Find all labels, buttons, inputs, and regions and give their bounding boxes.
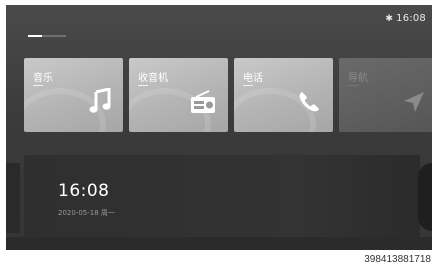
card-radio[interactable]: 收音机 [129, 58, 228, 132]
card-music[interactable]: 音乐 [24, 58, 123, 132]
card-label: 收音机 [138, 73, 168, 84]
page-indicator-inactive [42, 35, 66, 37]
clock-time: 16:08 [58, 181, 110, 201]
music-note-icon [89, 87, 111, 118]
card-underline [243, 85, 253, 86]
bottom-bar [6, 237, 432, 250]
status-time: 16:08 [396, 13, 426, 24]
right-panel-edge[interactable] [418, 163, 432, 231]
left-panel-edge[interactable] [6, 163, 20, 233]
card-phone[interactable]: 电话 [234, 58, 333, 132]
car-infotainment-screen: ✱ 16:08 音乐 收音机 电话 导航 16:08 2020-05-18 周一 [6, 5, 432, 250]
navigation-arrow-icon [402, 90, 426, 118]
status-bar: ✱ 16:08 [385, 13, 426, 24]
page-indicator-active [28, 35, 42, 37]
image-id-watermark: 398413881718 [364, 254, 431, 265]
bluetooth-icon: ✱ [385, 13, 394, 24]
card-navigation[interactable]: 导航 [339, 58, 432, 132]
card-label: 音乐 [33, 73, 53, 84]
card-underline [138, 85, 148, 86]
card-label: 电话 [243, 73, 263, 84]
radio-icon [190, 90, 216, 118]
app-cards-row: 音乐 收音机 电话 导航 [24, 58, 432, 132]
clock-date: 2020-05-18 周一 [58, 209, 115, 217]
card-underline [33, 85, 43, 86]
clock-panel-area: 16:08 2020-05-18 周一 [6, 155, 432, 237]
card-underline [348, 85, 358, 86]
phone-icon [297, 90, 321, 118]
card-label: 导航 [348, 73, 368, 84]
